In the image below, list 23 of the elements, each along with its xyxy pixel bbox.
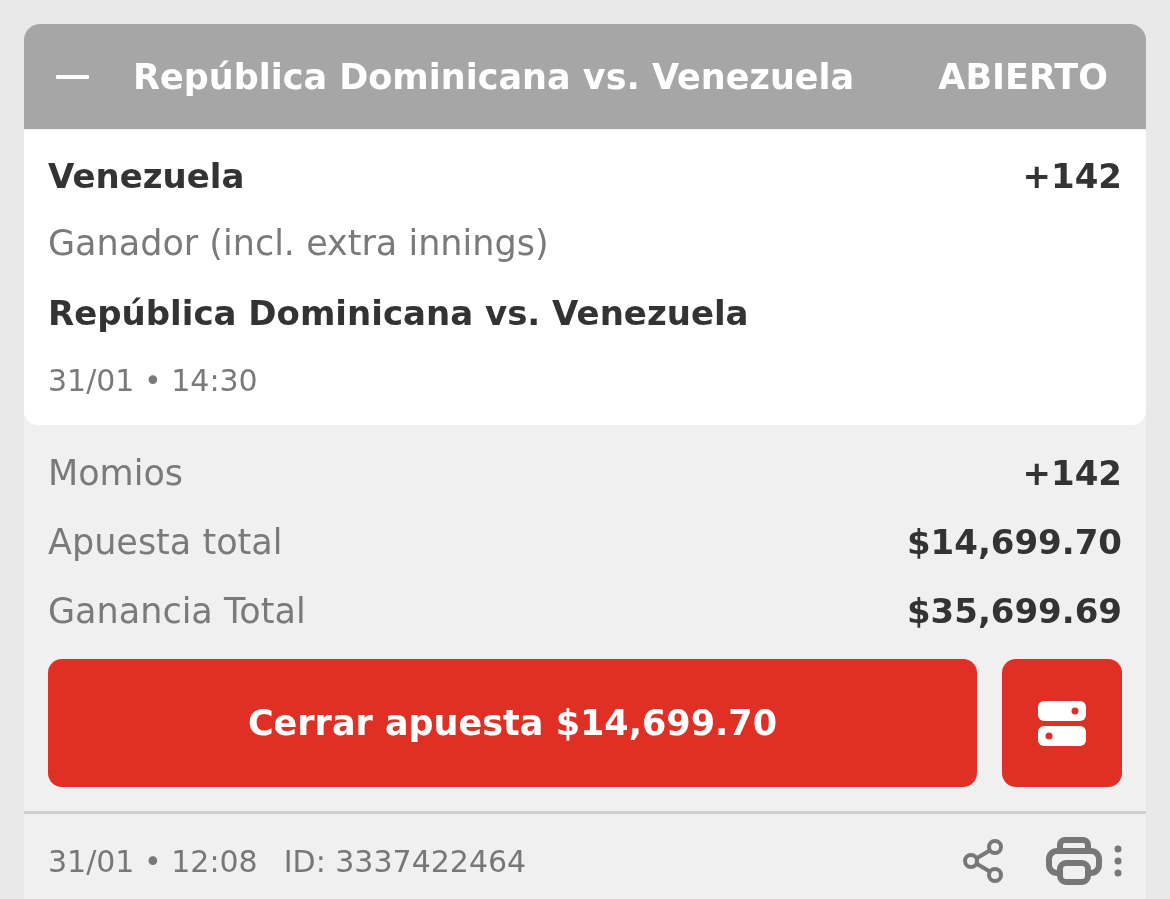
match-title: República Dominicana vs. Venezuela xyxy=(133,56,856,97)
event-name: República Dominicana vs. Venezuela xyxy=(48,292,750,335)
printer-icon[interactable] xyxy=(1046,837,1102,885)
summary-label: Apuesta total xyxy=(48,521,283,564)
summary-value: $35,699.69 xyxy=(906,590,1122,633)
bet-status: ABIERTO xyxy=(938,56,1108,97)
summary-label: Ganancia Total xyxy=(48,590,306,633)
toggle-icon xyxy=(1038,699,1086,747)
more-icon[interactable] xyxy=(1114,845,1122,877)
placed-time: 31/01 • 12:08 xyxy=(48,843,258,879)
selection-name: Venezuela xyxy=(48,155,245,198)
summary-label: Momios xyxy=(48,452,184,495)
bet-id: ID: 3337422464 xyxy=(283,843,527,879)
market-name: Ganador (incl. extra innings) xyxy=(48,222,550,265)
bet-header[interactable]: República Dominicana vs. Venezuela ABIERTO xyxy=(24,24,1146,129)
cashout-button[interactable]: Cerrar apuesta $14,699.70 xyxy=(48,659,977,787)
event-time: 31/01 • 14:30 xyxy=(48,362,259,400)
minus-icon[interactable] xyxy=(56,74,89,79)
summary-value: +142 xyxy=(1022,452,1122,495)
selection-odds: +142 xyxy=(1022,155,1122,198)
share-icon[interactable] xyxy=(962,839,1004,883)
toggle-button[interactable] xyxy=(1002,659,1122,787)
summary-value: $14,699.70 xyxy=(906,521,1122,564)
